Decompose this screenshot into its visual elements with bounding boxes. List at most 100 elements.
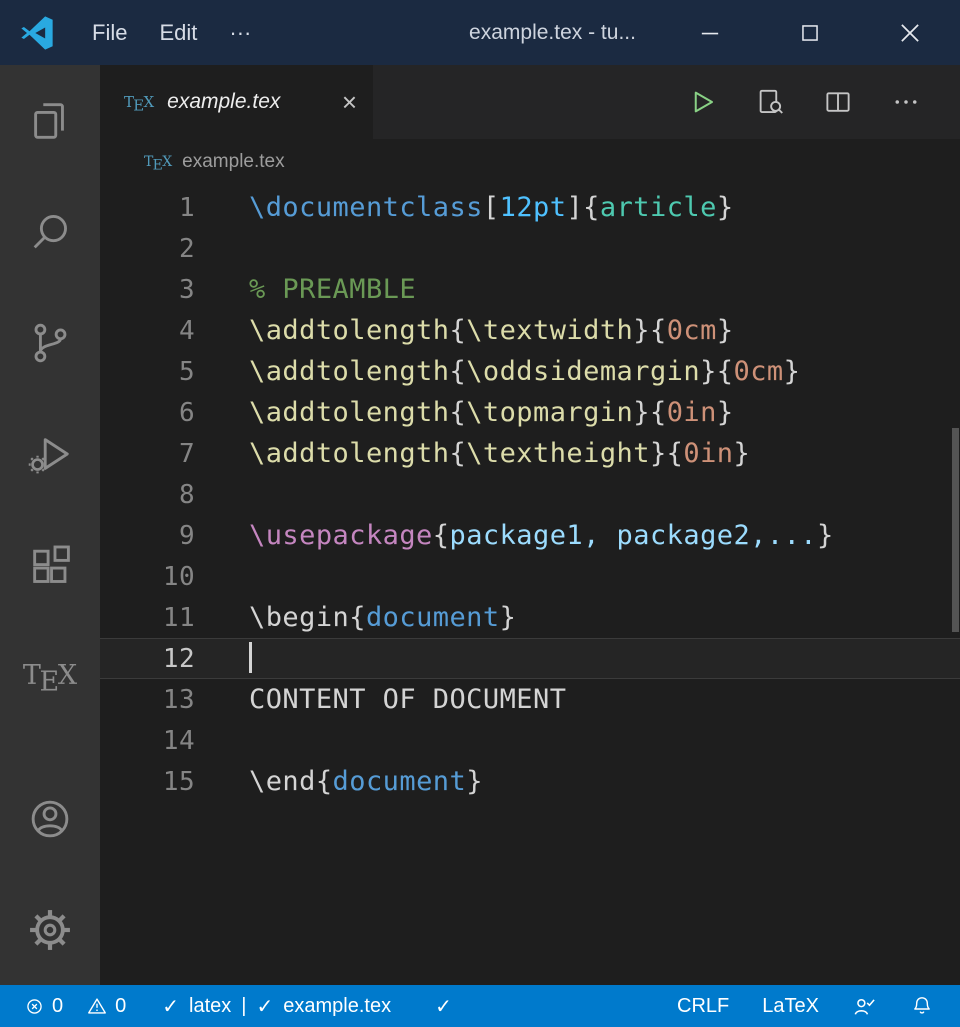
code-line[interactable]: 14 [100, 720, 960, 761]
code-line[interactable]: 11\begin{document} [100, 597, 960, 638]
line-number: 12 [100, 644, 195, 674]
close-button[interactable] [860, 0, 960, 65]
tab-close-icon[interactable]: × [342, 89, 357, 115]
more-actions-icon[interactable] [872, 87, 940, 117]
window-controls [660, 0, 960, 65]
code-line[interactable]: 2 [100, 228, 960, 269]
code-line[interactable]: 15\end{document} [100, 761, 960, 802]
vertical-scrollbar[interactable] [952, 428, 959, 632]
activity-bar: TEX [0, 65, 100, 985]
vscode-logo-icon [20, 16, 54, 50]
extensions-icon[interactable] [0, 509, 100, 620]
tex-letter-x: X [58, 660, 77, 691]
minimize-button[interactable] [660, 0, 760, 65]
code-line[interactable]: 12 [100, 638, 960, 679]
tab-example-tex[interactable]: TEX example.tex × [100, 65, 373, 139]
status-bar-left: 0 0 ✓ latex | ✓ example.tex ✓ [0, 994, 452, 1019]
eol-indicator[interactable]: CRLF [677, 995, 729, 1018]
tex-file-icon: TEX [144, 154, 172, 170]
errors-count: 0 [52, 995, 63, 1018]
source-control-icon[interactable] [0, 287, 100, 398]
code-text: CONTENT OF DOCUMENT [195, 684, 566, 715]
warnings-count: 0 [115, 995, 126, 1018]
language-indicator[interactable]: LaTeX [762, 995, 819, 1018]
code-line[interactable]: 6\addtolength{\topmargin}{0in} [100, 392, 960, 433]
status-separator: | [241, 995, 246, 1018]
maximize-button[interactable] [760, 0, 860, 65]
build-label: latex [189, 995, 231, 1018]
feedback-icon[interactable] [852, 994, 877, 1019]
search-icon[interactable] [0, 176, 100, 287]
tex-file-icon: TEX [124, 93, 154, 111]
file-label: example.tex [283, 995, 391, 1018]
main-area: TEX [0, 65, 960, 985]
code-line[interactable]: 4\addtolength{\textwidth}{0cm} [100, 310, 960, 351]
code-editor[interactable]: 1\documentclass[12pt]{article}23% PREAMB… [100, 185, 960, 985]
code-text: \addtolength{\oddsidemargin}{0cm} [195, 356, 800, 387]
menu-bar: File Edit ··· [76, 20, 267, 46]
line-number: 14 [100, 726, 195, 756]
code-text: \end{document} [195, 766, 483, 797]
build-check-icon: ✓ [162, 994, 179, 1019]
activity-bar-top: TEX [0, 65, 100, 731]
vscode-window: File Edit ··· example.tex - tu... [0, 0, 960, 1027]
tab-bar: TEX example.tex × [100, 65, 960, 139]
line-number: 2 [100, 234, 195, 264]
split-editor-icon[interactable] [804, 87, 872, 117]
view-pdf-icon[interactable] [736, 87, 804, 117]
line-number: 13 [100, 685, 195, 715]
code-line[interactable]: 1\documentclass[12pt]{article} [100, 187, 960, 228]
notifications-bell-icon[interactable] [910, 994, 934, 1018]
line-number: 1 [100, 193, 195, 223]
menu-edit[interactable]: Edit [143, 20, 213, 46]
activity-bar-bottom [0, 763, 100, 985]
code-line[interactable]: 9\usepackage{package1, package2,...} [100, 515, 960, 556]
line-number: 5 [100, 357, 195, 387]
build-latex-icon[interactable] [668, 87, 736, 117]
line-number: 8 [100, 480, 195, 510]
errors-icon [24, 996, 45, 1017]
line-number: 15 [100, 767, 195, 797]
code-line[interactable]: 5\addtolength{\oddsidemargin}{0cm} [100, 351, 960, 392]
code-line[interactable]: 13CONTENT OF DOCUMENT [100, 679, 960, 720]
code-text: \addtolength{\textheight}{0in} [195, 438, 750, 469]
breadcrumb[interactable]: TEX example.tex [100, 139, 960, 185]
code-text: \documentclass[12pt]{article} [195, 192, 734, 223]
latex-build-status[interactable]: ✓ latex | ✓ example.tex [162, 994, 391, 1019]
code-text: \addtolength{\topmargin}{0in} [195, 397, 734, 428]
code-line[interactable]: 10 [100, 556, 960, 597]
code-text: \addtolength{\textwidth}{0cm} [195, 315, 734, 346]
explorer-icon[interactable] [0, 65, 100, 176]
breadcrumb-file[interactable]: example.tex [182, 151, 284, 173]
menu-file[interactable]: File [76, 20, 143, 46]
status-bar: 0 0 ✓ latex | ✓ example.tex ✓ [0, 985, 960, 1027]
settings-gear-icon[interactable] [0, 874, 100, 985]
code-line[interactable]: 8 [100, 474, 960, 515]
line-number: 10 [100, 562, 195, 592]
code-text [195, 643, 252, 675]
tab-label: example.tex [167, 90, 280, 114]
menu-overflow[interactable]: ··· [213, 20, 267, 46]
editor-actions [668, 65, 960, 139]
text-cursor [249, 642, 252, 673]
line-number: 7 [100, 439, 195, 469]
code-line[interactable]: 7\addtolength{\textheight}{0in} [100, 433, 960, 474]
line-number: 11 [100, 603, 195, 633]
title-bar: File Edit ··· example.tex - tu... [0, 0, 960, 65]
line-number: 9 [100, 521, 195, 551]
code-line[interactable]: 3% PREAMBLE [100, 269, 960, 310]
line-number: 4 [100, 316, 195, 346]
warnings-icon [86, 995, 108, 1017]
latex-workshop-icon[interactable]: TEX [0, 620, 100, 731]
run-and-debug-icon[interactable] [0, 398, 100, 509]
tex-letter-t: T [23, 660, 41, 691]
tex-letter-e: E [40, 666, 60, 697]
status-bar-right: CRLF LaTeX [677, 994, 960, 1019]
code-text: \begin{document} [195, 602, 516, 633]
status-check-icon[interactable]: ✓ [435, 994, 452, 1019]
code-lines: 1\documentclass[12pt]{article}23% PREAMB… [100, 187, 960, 802]
code-text: \usepackage{package1, package2,...} [195, 520, 834, 551]
accounts-icon[interactable] [0, 763, 100, 874]
line-number: 6 [100, 398, 195, 428]
problems-indicator[interactable]: 0 0 [24, 995, 126, 1018]
